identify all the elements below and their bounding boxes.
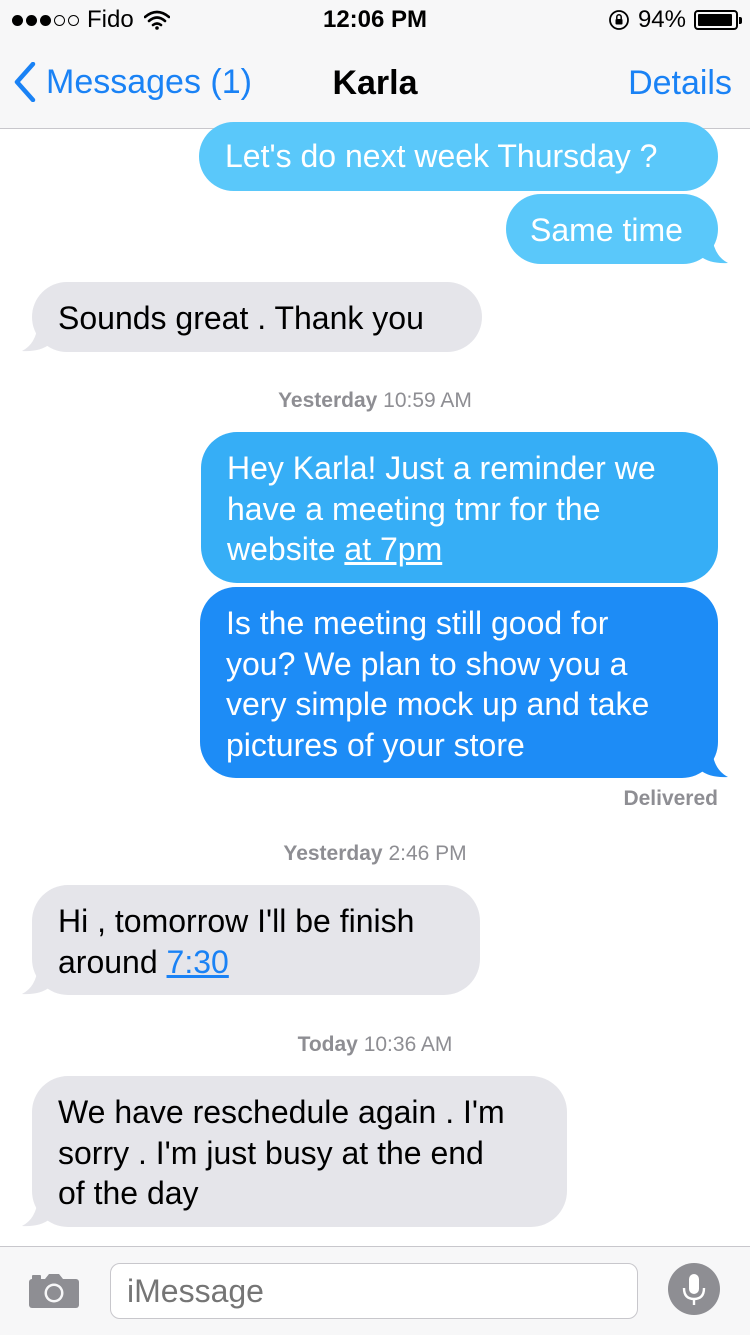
message-text: Hey Karla! Just a reminder we have a mee… — [227, 450, 656, 567]
details-button[interactable]: Details — [628, 64, 732, 103]
incoming-message[interactable]: Sounds great . Thank you — [32, 282, 482, 352]
compose-bar — [0, 1246, 750, 1335]
outgoing-message[interactable]: Is the meeting still good for you? We pl… — [200, 587, 718, 778]
battery-icon — [694, 10, 742, 30]
timestamp: Today 10:36 AM — [297, 1033, 453, 1056]
delivered-status: Delivered — [623, 787, 718, 810]
message-text: Sounds great . Thank you — [58, 300, 424, 336]
outgoing-message[interactable]: Hey Karla! Just a reminder we have a mee… — [201, 432, 718, 583]
timestamp: Yesterday 10:59 AM — [278, 389, 472, 412]
message-text: Hi , tomorrow I'll be finish around 7:30 — [58, 903, 415, 980]
back-button-label: Messages (1) — [46, 62, 252, 101]
incoming-message[interactable]: Hi , tomorrow I'll be finish around 7:30 — [32, 885, 480, 995]
message-text: Is the meeting still good for you? We pl… — [226, 605, 650, 763]
bubble-tail — [22, 1199, 54, 1227]
status-bar: Fido 12:06 PM 94% — [0, 0, 750, 40]
status-right: 94% — [608, 6, 742, 34]
bubble-tail — [22, 324, 54, 352]
message-text: We have reschedule again . I'm sorry . I… — [58, 1094, 505, 1211]
battery-percent: 94% — [637, 6, 686, 33]
bubble-tail — [696, 750, 728, 778]
back-chevron-icon — [14, 62, 36, 102]
bubble-tail — [22, 967, 54, 995]
navigation-bar: Messages (1) Karla Details — [0, 40, 750, 129]
camera-icon[interactable] — [28, 1273, 80, 1309]
outgoing-message[interactable]: Same time — [506, 194, 718, 264]
back-button[interactable]: Messages (1) — [14, 62, 252, 102]
bubble-tail — [696, 236, 728, 264]
message-text: Same time — [530, 212, 683, 248]
date-link[interactable]: at 7pm — [344, 531, 442, 567]
incoming-message[interactable]: We have reschedule again . I'm sorry . I… — [32, 1076, 567, 1227]
time-link[interactable]: 7:30 — [167, 944, 229, 980]
message-input[interactable] — [110, 1263, 638, 1319]
microphone-button[interactable] — [668, 1263, 720, 1315]
microphone-icon — [682, 1274, 706, 1305]
message-text: Let's do next week Thursday ? — [225, 138, 658, 174]
timestamp: Yesterday 2:46 PM — [283, 842, 467, 865]
rotation-lock-icon — [609, 10, 629, 30]
outgoing-message[interactable]: Let's do next week Thursday ? — [199, 122, 718, 191]
